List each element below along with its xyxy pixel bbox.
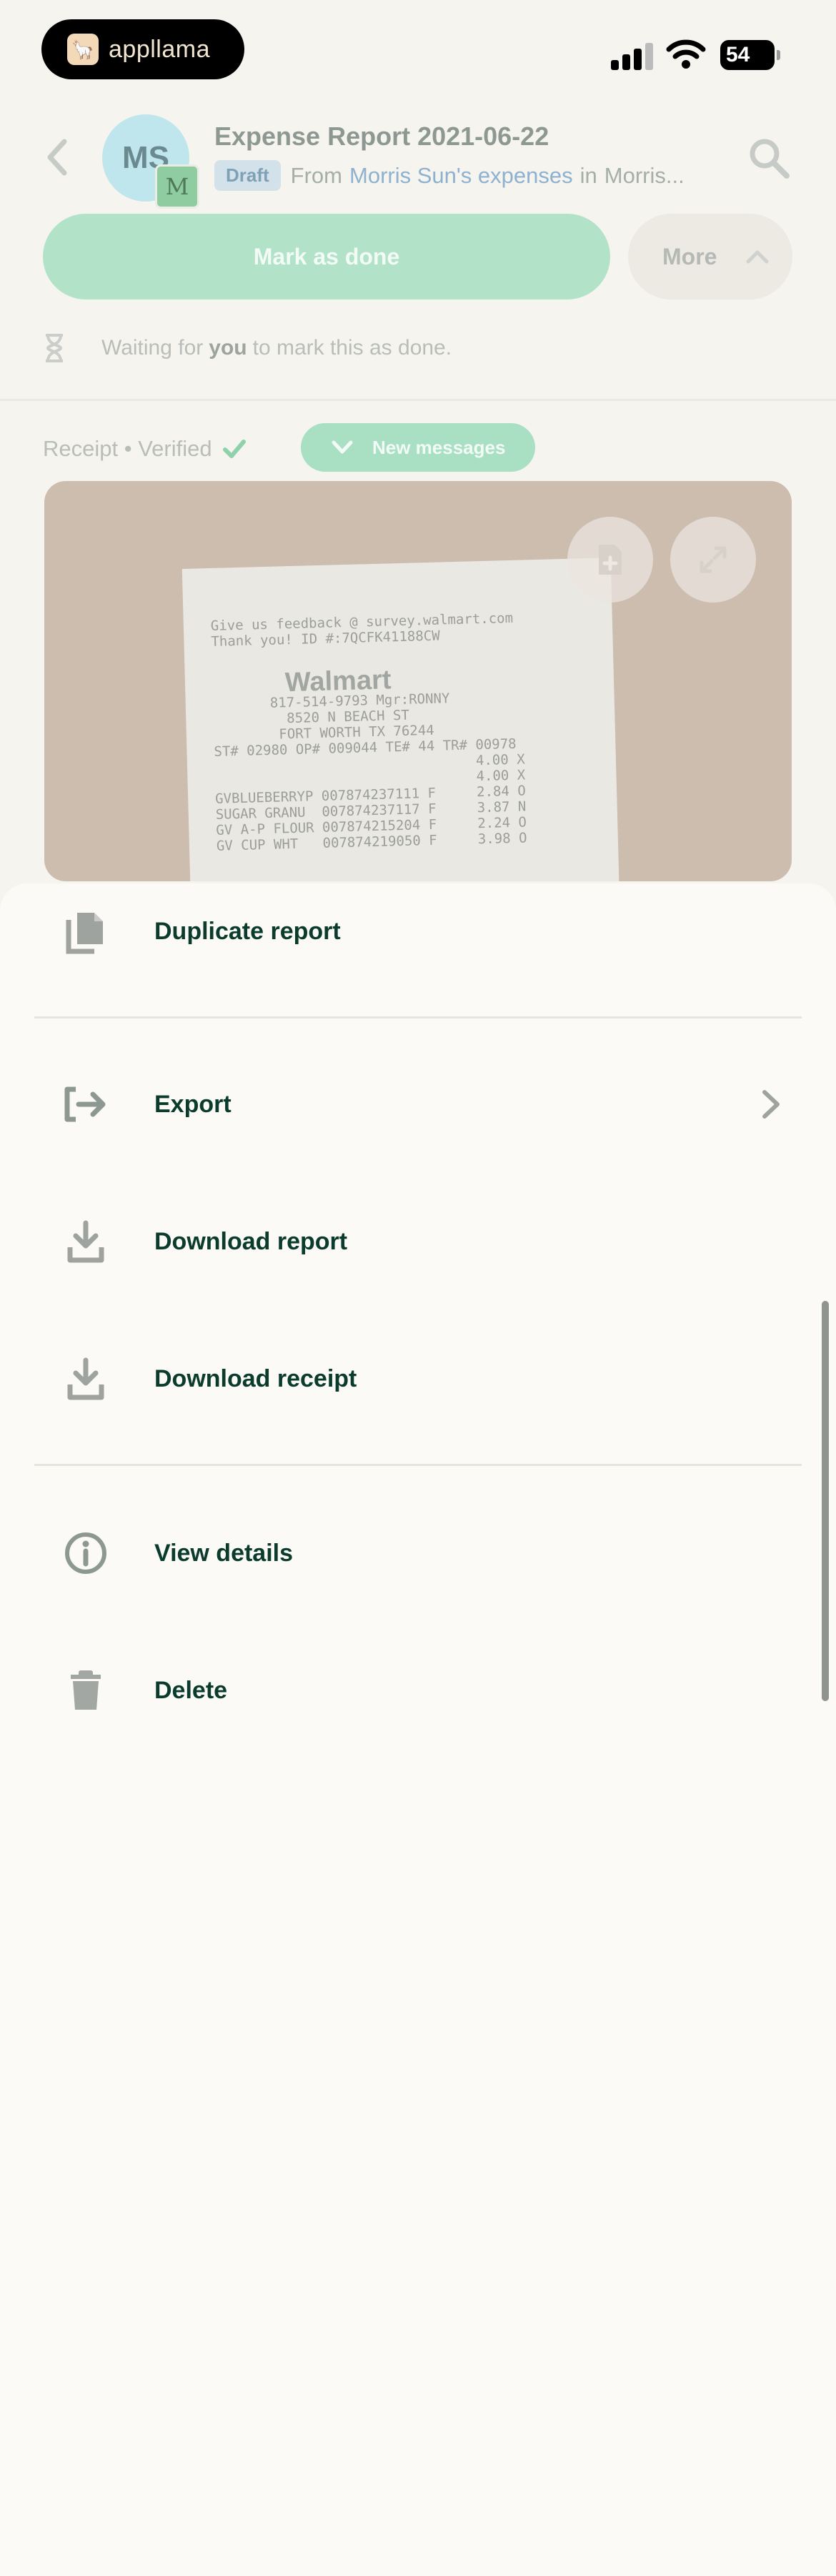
receipt-paper: Give us feedback @ survey.walmart.com Th… [181, 558, 622, 881]
export-icon [57, 1086, 114, 1122]
battery-indicator: 54 [720, 40, 780, 70]
new-messages-label: New messages [372, 436, 506, 458]
add-file-icon [599, 545, 622, 575]
in-prefix: in [579, 162, 597, 188]
in-location: Morris... [604, 162, 685, 188]
download-report-label: Download report [154, 1227, 348, 1255]
from-prefix: From [290, 162, 342, 188]
mark-as-done-button[interactable]: Mark as done [43, 214, 610, 299]
receipt-status: Receipt • Verified [43, 436, 247, 462]
chevron-up-icon [746, 250, 769, 264]
download-receipt-label: Download receipt [154, 1364, 357, 1392]
status-bar: 🦙 appllama 54 [0, 0, 836, 93]
copy-icon [57, 908, 114, 954]
from-link[interactable]: Morris Sun's expenses [349, 163, 573, 189]
hourglass-icon [46, 334, 63, 362]
more-button[interactable]: More [628, 214, 792, 299]
waiting-text-after: to mark this as done. [252, 336, 452, 360]
waiting-text-before: Waiting for [101, 336, 204, 360]
duplicate-report-row[interactable]: Duplicate report [0, 892, 836, 971]
menu-item-export[interactable] [0, 1907, 836, 1986]
menu-divider [34, 1016, 802, 1019]
download-icon [57, 1357, 114, 1400]
battery-level: 54 [726, 43, 750, 66]
export-row[interactable]: Export [0, 1065, 836, 1144]
sheet-scrollbar[interactable] [822, 1301, 829, 1701]
menu-item-download-report[interactable] [0, 2044, 836, 2123]
receipt-text: Give us feedback @ survey.walmart.com Th… [210, 610, 527, 854]
expand-button[interactable] [670, 517, 756, 603]
expand-icon [700, 546, 727, 573]
divider [0, 399, 836, 401]
add-receipt-button[interactable] [567, 517, 653, 603]
menu-item-download-receipt[interactable] [0, 2181, 836, 2260]
report-subtitle: Draft From Morris Sun's expenses in Morr… [214, 160, 685, 191]
receipt-image[interactable]: Give us feedback @ survey.walmart.com Th… [44, 481, 792, 881]
checkmark-icon [222, 440, 246, 458]
receipt-brand: Walmart [284, 665, 392, 698]
delete-label: Delete [154, 1676, 228, 1704]
trash-icon [57, 1670, 114, 1711]
workspace-avatar-initial: M [165, 173, 189, 200]
waiting-status: Waiting for you to mark this as done. [43, 332, 452, 364]
view-details-label: View details [154, 1539, 294, 1567]
duplicate-report-label: Duplicate report [154, 917, 341, 945]
more-button-label: More [662, 243, 717, 269]
wifi-icon [666, 39, 706, 69]
menu-item-view-details[interactable] [0, 2360, 836, 2439]
export-label: Export [154, 1090, 232, 1118]
download-receipt-row[interactable]: Download receipt [0, 1339, 836, 1418]
workspace-avatar: M [155, 164, 199, 209]
download-icon [57, 1220, 114, 1263]
view-details-row[interactable]: View details [0, 1514, 836, 1592]
menu-item-delete[interactable] [0, 2497, 836, 2576]
search-icon[interactable] [747, 136, 791, 180]
chevron-down-icon [332, 440, 353, 454]
chevron-right-icon [762, 1090, 780, 1119]
status-badge: Draft [214, 160, 281, 191]
menu-item-duplicate-report[interactable] [0, 1775, 836, 1854]
delete-row[interactable]: Delete [0, 1651, 836, 1730]
menu-divider [34, 1464, 802, 1466]
new-messages-button[interactable]: New messages [301, 423, 535, 472]
report-page: 🦙 appllama 54 MS M Expense Report 2021-0… [0, 0, 836, 1810]
report-title: Expense Report 2021-06-22 [214, 122, 549, 151]
signal-icon [611, 41, 654, 70]
info-icon [57, 1531, 114, 1575]
app-brand: appllama [109, 35, 210, 63]
waiting-text-emphasis: you [209, 336, 247, 360]
app-pill[interactable]: 🦙 appllama [41, 19, 244, 79]
back-chevron-icon[interactable] [41, 136, 73, 179]
llama-logo-icon: 🦙 [67, 34, 99, 65]
receipt-status-label: Receipt • Verified [43, 436, 212, 461]
download-report-row[interactable]: Download report [0, 1202, 836, 1281]
